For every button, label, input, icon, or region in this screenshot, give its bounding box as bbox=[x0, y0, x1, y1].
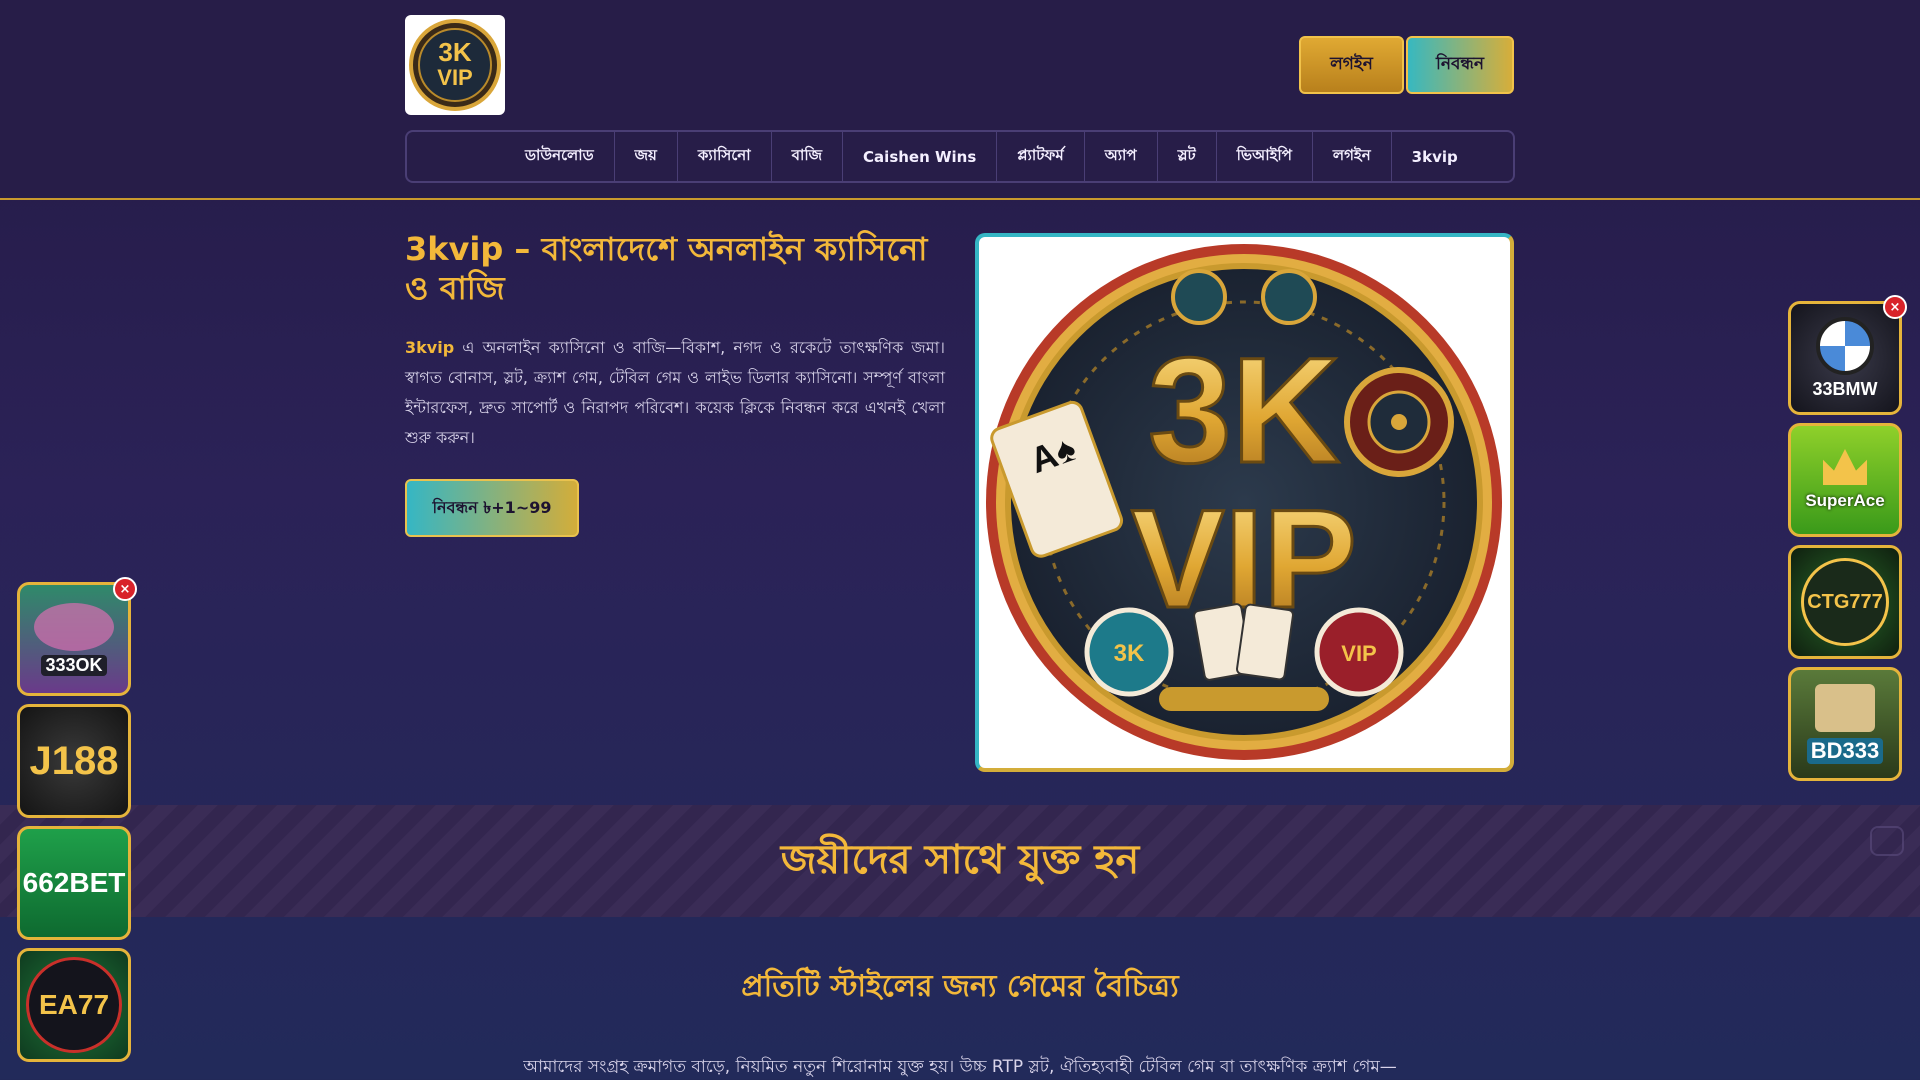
ad-superace[interactable]: SuperAce bbox=[1788, 423, 1902, 537]
hero-logo-image: A♠ 3K VIP 3K VIP bbox=[975, 233, 1514, 772]
svg-text:VIP: VIP bbox=[1341, 641, 1376, 666]
crown-icon bbox=[1823, 449, 1867, 485]
games-section-description: আমাদের সংগ্রহ ক্রমাগত বাড়ে, নিয়মিত নতু… bbox=[523, 1057, 1397, 1077]
hero-description-text: এ অনলাইন ক্যাসিনো ও বাজি—বিকাশ, নগদ ও রক… bbox=[405, 338, 945, 447]
nav-item-caishen-wins[interactable]: Caishen Wins bbox=[843, 132, 998, 181]
svg-text:3K: 3K bbox=[1148, 326, 1340, 494]
cards-icon bbox=[1815, 684, 1875, 732]
ad-662bet[interactable]: 662BET bbox=[17, 826, 131, 940]
logo-emblem-icon: 3K VIP bbox=[409, 19, 501, 111]
ad-emblem: EA77 bbox=[26, 957, 122, 1053]
register-button[interactable]: নিবন্ধন bbox=[1406, 36, 1514, 94]
svg-text:VIP: VIP bbox=[437, 65, 472, 90]
hero-description: 3kvip এ অনলাইন ক্যাসিনো ও বাজি—বিকাশ, নগ… bbox=[405, 333, 945, 453]
nav-item-platform[interactable]: প্ল্যাটফর্ম bbox=[997, 132, 1085, 181]
join-winners-band: জয়ীদের সাথে যুক্ত হন bbox=[0, 805, 1920, 917]
svg-text:3K: 3K bbox=[438, 37, 471, 67]
ad-emblem: CTG777 bbox=[1801, 558, 1889, 646]
ad-label: 33BMW bbox=[1812, 378, 1878, 399]
ad-label: SuperAce bbox=[1805, 491, 1885, 510]
close-icon[interactable]: × bbox=[1883, 295, 1907, 319]
nav-item-bet[interactable]: বাজি bbox=[772, 132, 844, 181]
hero-title: 3kvip – বাংলাদেশে অনলাইন ক্যাসিনো ও বাজি bbox=[405, 230, 928, 307]
nav-item-slots[interactable]: স্লট bbox=[1158, 132, 1217, 181]
games-section-title: প্রতিটি স্টাইলের জন্য গেমের বৈচিত্র্য bbox=[741, 969, 1179, 1004]
ad-mascot-icon bbox=[34, 602, 114, 651]
join-winners-title: জয়ীদের সাথে যুক্ত হন bbox=[780, 836, 1140, 883]
bmw-logo-icon bbox=[1816, 316, 1874, 375]
ad-label: BD333 bbox=[1806, 738, 1884, 764]
hero-brand: 3kvip bbox=[405, 338, 455, 357]
robot-icon[interactable] bbox=[1870, 826, 1904, 856]
ad-label: EA77 bbox=[38, 989, 110, 1020]
site-header: 3K VIP লগইন নিবন্ধন ডাউনলোড জয় ক্যাসিনো… bbox=[0, 0, 1920, 200]
main-nav: ডাউনলোড জয় ক্যাসিনো বাজি Caishen Wins প… bbox=[405, 130, 1515, 183]
ad-j188[interactable]: J188 bbox=[17, 704, 131, 818]
hero-register-button[interactable]: নিবন্ধন ৳+1~99 bbox=[405, 479, 579, 537]
ad-label: CTG777 bbox=[1807, 590, 1883, 613]
nav-item-login[interactable]: লগইন bbox=[1313, 132, 1392, 181]
ad-label: J188 bbox=[29, 738, 119, 783]
site-logo[interactable]: 3K VIP bbox=[405, 15, 505, 115]
ad-ea77[interactable]: EA77 bbox=[17, 948, 131, 1062]
ad-ctg777[interactable]: CTG777 bbox=[1788, 545, 1902, 659]
ad-label: 662BET bbox=[22, 867, 126, 898]
svg-text:3K: 3K bbox=[1114, 640, 1145, 667]
casino-emblem-icon: A♠ 3K VIP 3K VIP bbox=[986, 244, 1502, 760]
nav-item-win[interactable]: জয় bbox=[615, 132, 678, 181]
close-icon[interactable]: × bbox=[113, 577, 137, 601]
ad-bd333[interactable]: BD333 bbox=[1788, 667, 1902, 781]
nav-item-vip[interactable]: ভিআইপি bbox=[1217, 132, 1313, 181]
nav-item-casino[interactable]: ক্যাসিনো bbox=[678, 132, 772, 181]
ad-33bmw[interactable]: 33BMW bbox=[1788, 301, 1902, 415]
ad-label: 333OK bbox=[41, 654, 107, 676]
nav-item-3kvip[interactable]: 3kvip bbox=[1392, 132, 1478, 181]
ad-333ok[interactable]: 333OK bbox=[17, 582, 131, 696]
nav-item-app[interactable]: অ্যাপ bbox=[1085, 132, 1158, 181]
login-button[interactable]: লগইন bbox=[1299, 36, 1404, 94]
nav-item-download[interactable]: ডাউনলোড bbox=[505, 132, 615, 181]
